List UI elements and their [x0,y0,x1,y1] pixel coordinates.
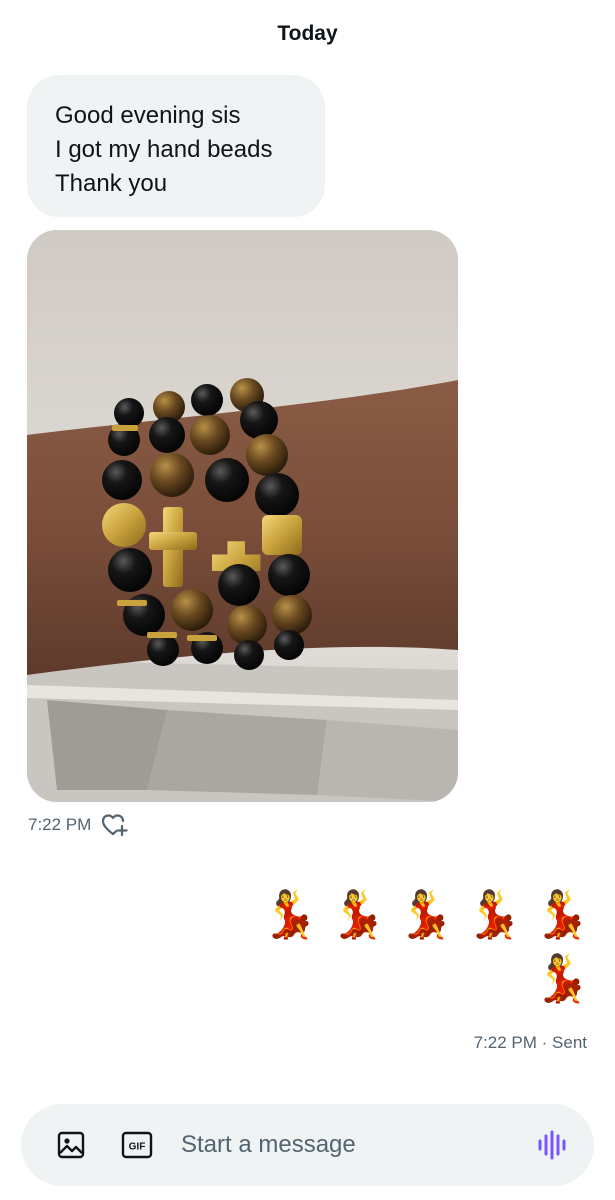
outgoing-emoji-message[interactable]: 💃💃💃💃💃 💃 [225,882,609,1010]
gif-label: GIF [129,1142,146,1153]
dancer-emoji: 💃 [533,951,609,1005]
message-line: Thank you [55,170,168,197]
dancer-emoji: 💃 [397,887,473,941]
message-line: Good evening sis [55,102,241,129]
voice-wave-icon[interactable] [536,1129,568,1161]
message-timestamp: 7:22 PM [28,815,92,834]
incoming-message-meta: 7:22 PM [28,812,131,838]
date-divider: Today [277,22,338,45]
dancer-emoji: 💃 [329,887,405,941]
outgoing-message-status: 7:22 PM · Sent [473,1033,587,1052]
dancer-emoji: 💃 [465,887,541,941]
heart-plus-icon[interactable] [101,812,131,838]
incoming-photo[interactable] [27,230,458,802]
dancer-emoji: 💃 [261,887,337,941]
gif-icon[interactable]: GIF [121,1129,153,1161]
message-composer: GIF [21,1104,594,1186]
dancer-emoji: 💃 [533,887,609,941]
image-icon[interactable] [55,1129,87,1161]
bracelet-photo-image [27,230,458,802]
message-line: I got my hand beads [55,136,273,163]
message-input[interactable] [179,1130,536,1160]
incoming-message-bubble[interactable]: Good evening sis I got my hand beads Tha… [27,75,325,217]
